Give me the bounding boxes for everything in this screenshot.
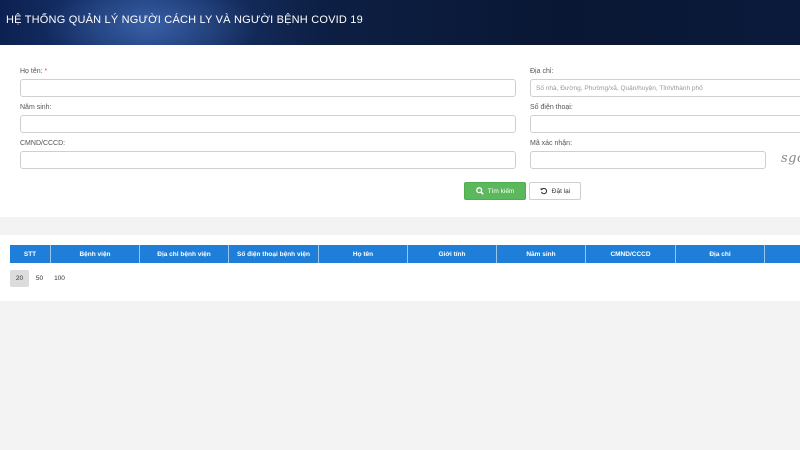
column-header-birth-year[interactable]: Năm sinh (497, 245, 586, 263)
page-size-50[interactable]: 50 (30, 270, 49, 287)
column-header-stt[interactable]: STT (10, 245, 51, 263)
name-input[interactable] (20, 79, 516, 97)
search-icon (475, 187, 484, 195)
app-header: HỆ THỐNG QUẢN LÝ NGƯỜI CÁCH LY VÀ NGƯỜI … (0, 0, 800, 45)
birthyear-input[interactable] (20, 115, 516, 133)
address-label: Địa chỉ: (530, 68, 554, 75)
column-header-hospital[interactable]: Bệnh viện (51, 245, 140, 263)
name-label: Họ tên: * (20, 68, 47, 75)
reset-button-label: Đặt lại (551, 187, 571, 195)
table-header: STT Bệnh viện Địa chỉ bệnh viện Số điện … (10, 245, 800, 263)
column-header-gender[interactable]: Giới tính (408, 245, 497, 263)
undo-icon (540, 187, 547, 195)
column-header-hospital-phone[interactable]: Số điện thoại bệnh viện (229, 245, 319, 263)
page-size-100[interactable]: 100 (50, 270, 69, 287)
phone-input[interactable] (530, 115, 800, 133)
column-header-id-number[interactable]: CMND/CCCD (586, 245, 676, 263)
page-size-selector: 20 50 100 (10, 270, 70, 287)
captcha-label: Mã xác nhận: (530, 140, 573, 147)
reset-button[interactable]: Đặt lại (529, 182, 581, 200)
column-header-hospital-address[interactable]: Địa chỉ bệnh viện (140, 245, 229, 263)
search-button-label: Tìm kiếm (487, 187, 515, 195)
page-title: HỆ THỐNG QUẢN LÝ NGƯỜI CÁCH LY VÀ NGƯỜI … (6, 14, 363, 26)
birthyear-label: Năm sinh: (20, 104, 52, 111)
page-size-20[interactable]: 20 (10, 270, 29, 287)
captcha-input[interactable] (530, 151, 766, 169)
search-button[interactable]: Tìm kiếm (464, 182, 526, 200)
search-form: Họ tên: * Năm sinh: CMND/CCCD: Địa chỉ: … (0, 45, 800, 217)
column-header-more[interactable] (765, 245, 800, 263)
column-header-full-name[interactable]: Họ tên (319, 245, 408, 263)
captcha-image: sgo (781, 151, 800, 166)
column-header-address[interactable]: Địa chỉ (676, 245, 765, 263)
name-label-text: Họ tên: (20, 68, 43, 75)
address-input[interactable] (530, 79, 800, 97)
results-table-panel: STT Bệnh viện Địa chỉ bệnh viện Số điện … (0, 235, 800, 301)
id-input[interactable] (20, 151, 516, 169)
required-marker: * (44, 68, 48, 75)
id-label: CMND/CCCD: (20, 140, 66, 147)
phone-label: Số điện thoại: (530, 104, 573, 111)
